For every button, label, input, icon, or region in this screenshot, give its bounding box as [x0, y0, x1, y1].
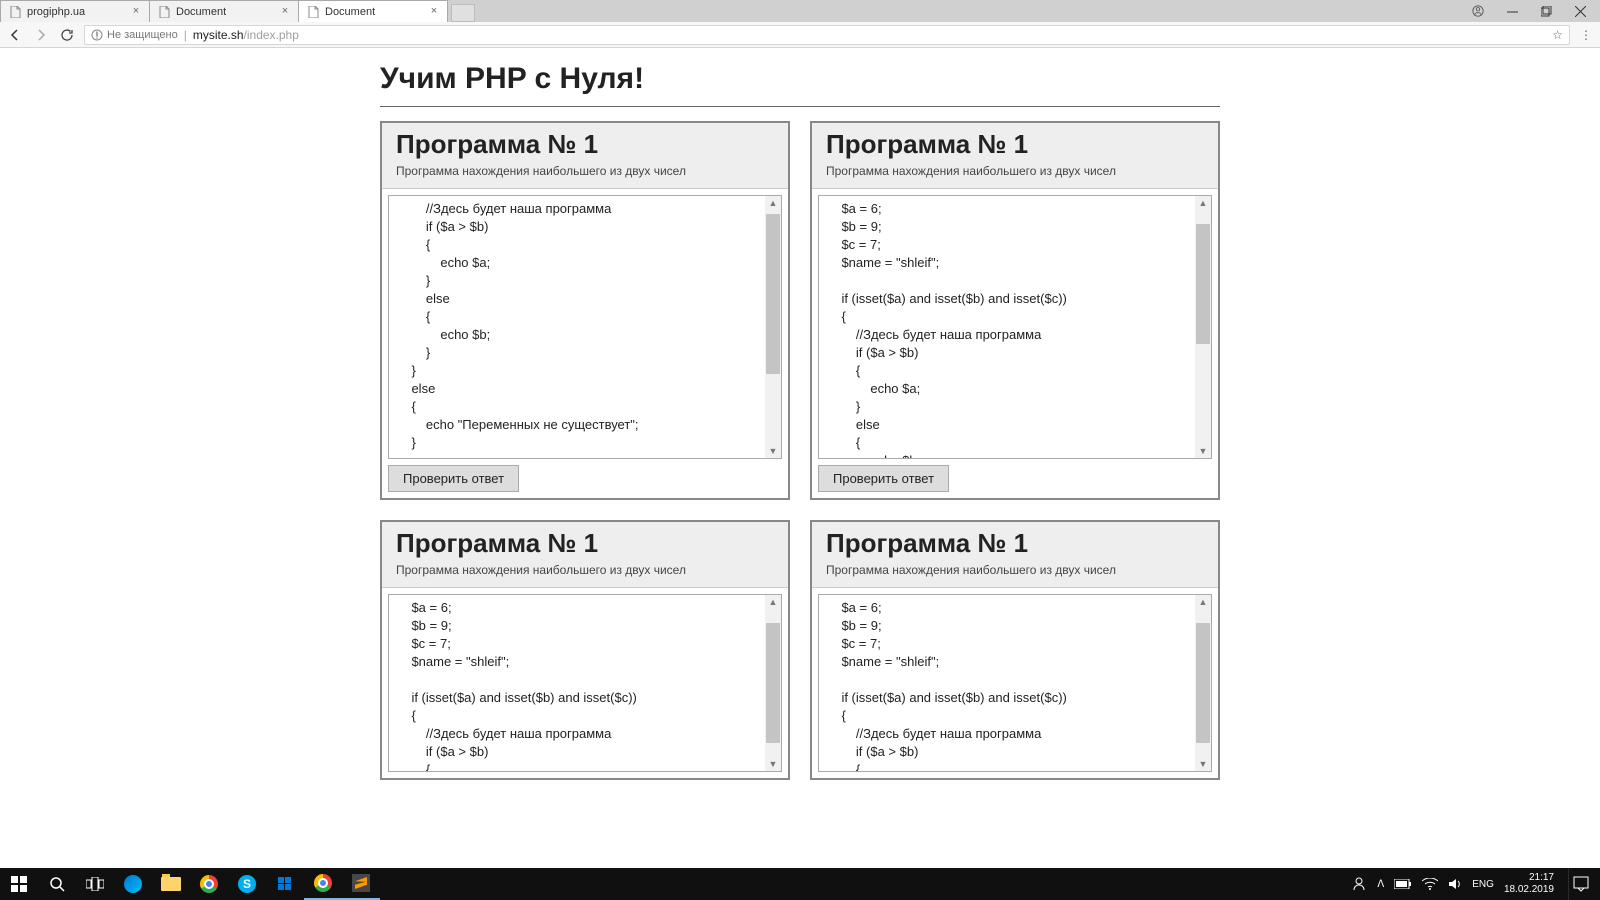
code-content: $a = 6; $b = 9; $c = 7; $name = "shleif"… — [389, 595, 765, 771]
scroll-down-icon[interactable]: ▼ — [1195, 757, 1211, 771]
code-box[interactable]: //Здесь будет наша программа if ($a > $b… — [388, 195, 782, 459]
address-bar: Не защищено | mysite.sh/index.php ☆ ⋮ — [0, 22, 1600, 48]
people-icon[interactable] — [1351, 876, 1367, 892]
clock[interactable]: 21:17 18.02.2019 — [1504, 872, 1558, 896]
bookmark-icon[interactable]: ☆ — [1552, 28, 1563, 42]
new-tab-button[interactable] — [451, 4, 475, 22]
page-icon — [9, 6, 21, 18]
security-indicator[interactable]: Не защищено — [91, 29, 178, 41]
scrollbar[interactable]: ▲ ▼ — [1195, 595, 1211, 771]
tab-close-icon[interactable] — [280, 7, 290, 17]
tab-title: Document — [176, 6, 280, 18]
scroll-thumb[interactable] — [766, 214, 780, 374]
menu-icon[interactable]: ⋮ — [1580, 28, 1592, 42]
code-box[interactable]: $a = 6; $b = 9; $c = 7; $name = "shleif"… — [388, 594, 782, 772]
chrome-active-icon[interactable] — [304, 868, 342, 900]
taskbar: S ᐱ ENG 21:17 18.02.2019 — [0, 868, 1600, 900]
scroll-down-icon[interactable]: ▼ — [765, 757, 781, 771]
page-title: Учим PHP с Нуля! — [380, 56, 1220, 107]
check-answer-button[interactable]: Проверить ответ — [818, 465, 949, 492]
search-icon[interactable] — [38, 868, 76, 900]
forward-icon[interactable] — [34, 28, 48, 42]
card-subtitle: Программа нахождения наибольшего из двух… — [826, 164, 1204, 178]
battery-icon[interactable] — [1394, 879, 1412, 889]
card-header: Программа № 1 Программа нахождения наибо… — [382, 123, 788, 189]
code-box[interactable]: $a = 6; $b = 9; $c = 7; $name = "shleif"… — [818, 594, 1212, 772]
scroll-down-icon[interactable]: ▼ — [765, 444, 781, 458]
card-subtitle: Программа нахождения наибольшего из двух… — [396, 164, 774, 178]
url-host: mysite.sh — [193, 28, 244, 42]
check-answer-button[interactable]: Проверить ответ — [388, 465, 519, 492]
card-subtitle: Программа нахождения наибольшего из двух… — [826, 563, 1204, 577]
scroll-thumb[interactable] — [1196, 224, 1210, 344]
card-title: Программа № 1 — [826, 129, 1204, 160]
language-indicator[interactable]: ENG — [1472, 879, 1494, 890]
tab-close-icon[interactable] — [429, 7, 439, 17]
program-card: Программа № 1 Программа нахождения наибо… — [380, 121, 790, 500]
scroll-thumb[interactable] — [766, 623, 780, 743]
scrollbar[interactable]: ▲ ▼ — [1195, 196, 1211, 458]
reload-icon[interactable] — [60, 28, 74, 42]
program-card: Программа № 1 Программа нахождения наибо… — [810, 520, 1220, 780]
file-explorer-icon[interactable] — [152, 868, 190, 900]
page-icon — [158, 6, 170, 18]
task-view-icon[interactable] — [76, 868, 114, 900]
clock-date: 18.02.2019 — [1504, 884, 1554, 896]
card-subtitle: Программа нахождения наибольшего из двух… — [396, 563, 774, 577]
scrollbar[interactable]: ▲ ▼ — [765, 196, 781, 458]
card-header: Программа № 1 Программа нахождения наибо… — [812, 123, 1218, 189]
browser-tab-strip: progiphp.ua Document Document — [0, 0, 1600, 22]
window-controls — [1458, 0, 1600, 22]
scroll-up-icon[interactable]: ▲ — [765, 595, 781, 609]
code-content: $a = 6; $b = 9; $c = 7; $name = "shleif"… — [819, 595, 1195, 771]
page-icon — [307, 6, 319, 18]
back-icon[interactable] — [8, 28, 22, 42]
wifi-icon[interactable] — [1422, 878, 1438, 890]
edge-icon[interactable] — [114, 868, 152, 900]
viewport[interactable]: Учим PHP с Нуля! Программа № 1 Программа… — [0, 48, 1600, 868]
chrome-icon[interactable] — [190, 868, 228, 900]
card-title: Программа № 1 — [826, 528, 1204, 559]
scroll-up-icon[interactable]: ▲ — [1195, 595, 1211, 609]
card-header: Программа № 1 Программа нахождения наибо… — [812, 522, 1218, 588]
tab-close-icon[interactable] — [131, 7, 141, 17]
close-icon[interactable] — [1574, 5, 1586, 17]
start-button[interactable] — [0, 868, 38, 900]
notifications-icon[interactable] — [1568, 868, 1592, 900]
browser-tab[interactable]: Document — [149, 0, 299, 22]
scroll-thumb[interactable] — [1196, 623, 1210, 743]
browser-tab-active[interactable]: Document — [298, 0, 448, 22]
code-content: $a = 6; $b = 9; $c = 7; $name = "shleif"… — [819, 196, 1195, 458]
minimize-icon[interactable] — [1506, 5, 1518, 17]
card-title: Программа № 1 — [396, 129, 774, 160]
skype-icon[interactable]: S — [228, 868, 266, 900]
sublime-icon[interactable] — [342, 868, 380, 900]
code-content: //Здесь будет наша программа if ($a > $b… — [389, 196, 765, 458]
url-path: /index.php — [244, 28, 299, 42]
maximize-icon[interactable] — [1540, 5, 1552, 17]
code-box[interactable]: $a = 6; $b = 9; $c = 7; $name = "shleif"… — [818, 195, 1212, 459]
program-card: Программа № 1 Программа нахождения наибо… — [380, 520, 790, 780]
tab-title: Document — [325, 6, 429, 18]
url-input[interactable]: Не защищено | mysite.sh/index.php ☆ — [84, 25, 1570, 45]
program-card: Программа № 1 Программа нахождения наибо… — [810, 121, 1220, 500]
user-icon[interactable] — [1472, 5, 1484, 17]
tab-title: progiphp.ua — [27, 6, 131, 18]
tray-chevron-icon[interactable]: ᐱ — [1377, 879, 1384, 890]
clock-time: 21:17 — [1504, 872, 1554, 884]
volume-icon[interactable] — [1448, 877, 1462, 891]
card-header: Программа № 1 Программа нахождения наибо… — [382, 522, 788, 588]
card-title: Программа № 1 — [396, 528, 774, 559]
security-text: Не защищено — [107, 29, 178, 41]
scrollbar[interactable]: ▲ ▼ — [765, 595, 781, 771]
scroll-up-icon[interactable]: ▲ — [1195, 196, 1211, 210]
mail-icon[interactable] — [266, 868, 304, 900]
browser-tab[interactable]: progiphp.ua — [0, 0, 150, 22]
scroll-down-icon[interactable]: ▼ — [1195, 444, 1211, 458]
scroll-up-icon[interactable]: ▲ — [765, 196, 781, 210]
